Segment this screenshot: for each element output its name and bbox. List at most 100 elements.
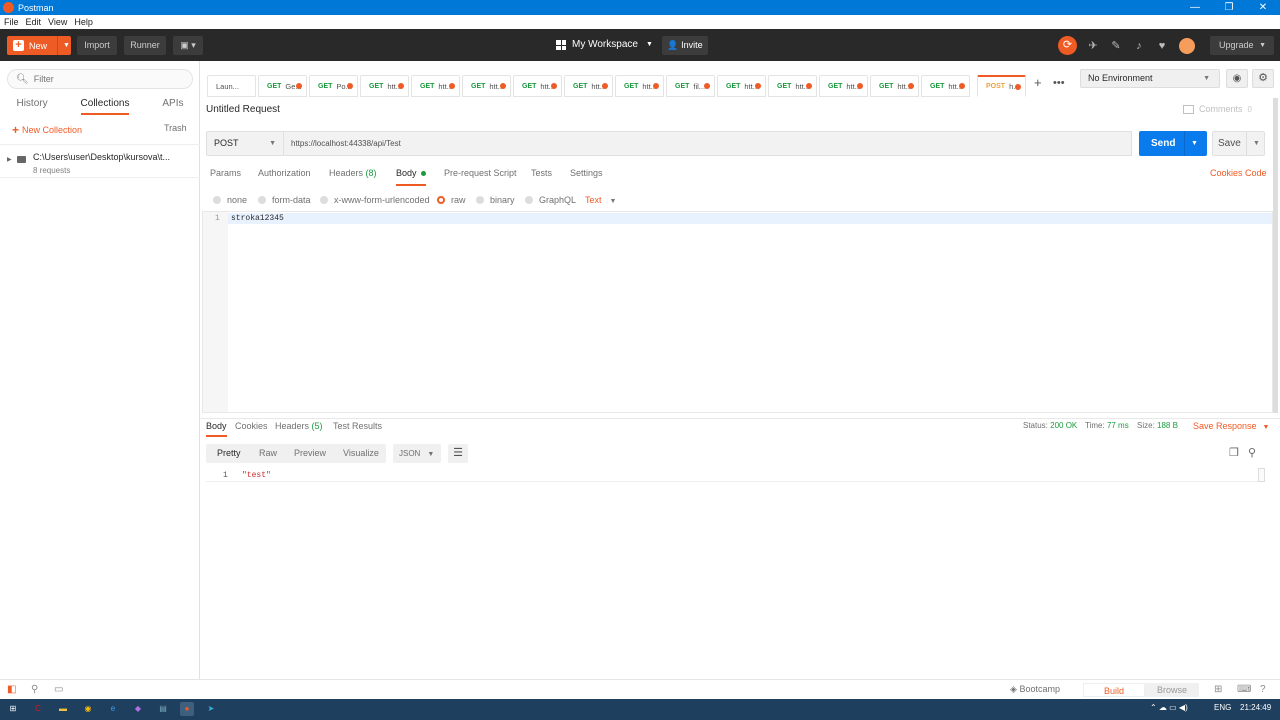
windows-start-icon[interactable]: ⊞ (6, 702, 20, 716)
runner-button[interactable]: Runner (124, 36, 166, 55)
chrome-icon[interactable]: ◉ (81, 702, 95, 716)
workspace-selector[interactable]: My Workspace ▼ (556, 29, 653, 61)
request-tab[interactable]: GET htt... (819, 75, 868, 97)
telegram-icon[interactable]: ➤ (204, 702, 218, 716)
save-button[interactable]: Save ▼ (1212, 131, 1265, 156)
tab-test-results[interactable]: Test Results (333, 421, 382, 437)
visual-studio-icon[interactable]: ◆ (131, 702, 145, 716)
view-preview[interactable]: Preview (294, 444, 326, 463)
request-tab[interactable]: GET htt... (513, 75, 562, 97)
find-icon[interactable]: ⚲ (31, 684, 38, 695)
request-tab[interactable]: GET htt... (717, 75, 766, 97)
raw-type-select[interactable]: Text ▼ (585, 195, 616, 205)
language-indicator[interactable]: ENG (1214, 703, 1231, 712)
collection-item[interactable]: ▶ C:\Users\user\Desktop\kursova\t... 8 r… (0, 144, 200, 178)
scrollbar[interactable] (1273, 98, 1278, 413)
menu-file[interactable]: File (4, 17, 19, 27)
tab-response-body[interactable]: Body (206, 421, 227, 437)
import-button[interactable]: Import (77, 36, 117, 55)
keyboard-icon[interactable]: ⌨ (1237, 684, 1251, 695)
tray-icons[interactable]: ⌃ ☁ ▭ ◀) (1150, 703, 1188, 712)
request-tab[interactable]: GET fil... (666, 75, 715, 97)
radio-none[interactable]: none (213, 195, 247, 205)
file-explorer-icon[interactable]: ▬ (56, 702, 70, 716)
clock[interactable]: 21:24:49 (1240, 703, 1271, 712)
scrollbar[interactable] (1258, 468, 1265, 482)
menu-edit[interactable]: Edit (26, 17, 42, 27)
response-body[interactable]: 1 "test" (206, 468, 1265, 482)
postman-taskbar-icon[interactable]: ● (180, 702, 194, 716)
maximize-button[interactable]: ❐ (1212, 0, 1246, 15)
tab-headers[interactable]: Headers (8) (329, 168, 377, 186)
chevron-down-icon[interactable]: ▼ (1253, 132, 1260, 155)
view-visualize[interactable]: Visualize (343, 444, 379, 463)
heart-icon[interactable]: ♥ (1156, 40, 1168, 52)
tab-params[interactable]: Params (210, 168, 241, 186)
satellite-icon[interactable]: ✈ (1087, 39, 1099, 52)
more-tabs-icon[interactable]: ••• (1053, 77, 1065, 89)
notepad-icon[interactable]: ▤ (156, 702, 170, 716)
request-tab[interactable]: GET htt... (615, 75, 664, 97)
menu-view[interactable]: View (48, 17, 67, 27)
response-content[interactable]: "test" (242, 471, 271, 480)
close-button[interactable]: ✕ (1246, 0, 1280, 15)
filter-input[interactable] (33, 74, 174, 84)
two-pane-icon[interactable]: ⊞ (1214, 684, 1222, 695)
tab-history[interactable]: History (16, 95, 47, 115)
add-tab-icon[interactable]: + (1034, 75, 1042, 90)
tab-body[interactable]: Body (396, 168, 426, 186)
bell-icon[interactable]: ♪ (1133, 40, 1145, 52)
wrench-icon[interactable]: ✎ (1110, 39, 1122, 52)
request-tab[interactable]: GET htt... (360, 75, 409, 97)
cookies-link[interactable]: Cookies (1210, 168, 1243, 178)
method-select[interactable]: POST ▼ (206, 131, 284, 156)
tab-settings[interactable]: Settings (570, 168, 603, 186)
request-tab[interactable]: GET htt... (870, 75, 919, 97)
comments-button[interactable]: Comments 0 (1183, 104, 1252, 114)
request-tab-active[interactable]: POSTh... (977, 75, 1026, 97)
filter-box[interactable]: 🔍︎ (7, 69, 193, 89)
request-tab[interactable]: Laun... (207, 75, 256, 97)
invite-button[interactable]: 👤 Invite (662, 36, 708, 55)
tab-tests[interactable]: Tests (531, 168, 552, 186)
sidebar-toggle-icon[interactable]: ◧ (7, 684, 16, 695)
chevron-down-icon[interactable]: ▼ (63, 42, 70, 49)
wrap-lines-icon[interactable]: ☰ (448, 444, 468, 463)
chevron-down-icon[interactable]: ▼ (1191, 131, 1198, 156)
request-title[interactable]: Untitled Request (206, 104, 280, 115)
minimize-button[interactable]: — (1178, 0, 1212, 15)
tab-response-cookies[interactable]: Cookies (235, 421, 268, 437)
app-c-icon[interactable]: C (31, 702, 45, 716)
request-tab[interactable]: GET htt... (921, 75, 970, 97)
radio-form-data[interactable]: form-data (258, 195, 311, 205)
bootcamp-button[interactable]: ◈ Bootcamp (1010, 684, 1060, 695)
new-collection-button[interactable]: + New Collection (12, 123, 82, 137)
request-tab[interactable]: GET htt... (768, 75, 817, 97)
request-tab[interactable]: GET htt... (564, 75, 613, 97)
help-icon[interactable]: ? (1260, 684, 1266, 695)
radio-raw[interactable]: raw (437, 195, 466, 205)
save-response-button[interactable]: Save Response ▼ (1193, 421, 1269, 431)
radio-graphql[interactable]: GraphQL (525, 195, 576, 205)
url-input[interactable]: https://localhost:44338/api/Test (283, 131, 1132, 156)
copy-icon[interactable]: ❐ (1229, 446, 1239, 459)
console-icon[interactable]: ▭ (54, 684, 63, 695)
tab-prerequest-script[interactable]: Pre-request Script (444, 168, 517, 186)
editor-content[interactable]: stroka12345 (231, 214, 284, 223)
environment-select[interactable]: No Environment ▼ (1080, 69, 1220, 88)
request-tab[interactable]: GET htt... (462, 75, 511, 97)
tab-authorization[interactable]: Authorization (258, 168, 311, 186)
edge-icon[interactable]: e (106, 702, 120, 716)
sync-icon[interactable]: ⟳ (1058, 36, 1077, 55)
code-link[interactable]: Code (1245, 168, 1267, 178)
body-editor[interactable]: 1 stroka12345 (202, 211, 1273, 413)
new-window-button[interactable]: ▣ ▾ (173, 36, 203, 55)
tab-response-headers[interactable]: Headers (5) (275, 421, 323, 437)
eye-icon[interactable]: ◉ (1226, 69, 1248, 88)
search-icon[interactable]: ⚲ (1248, 446, 1256, 459)
trash-button[interactable]: Trash (164, 123, 187, 133)
tab-collections[interactable]: Collections (80, 95, 130, 115)
request-tab[interactable]: GET Po... (309, 75, 358, 97)
view-pretty[interactable]: Pretty (217, 444, 241, 463)
format-select[interactable]: JSON ▼ (393, 444, 441, 463)
